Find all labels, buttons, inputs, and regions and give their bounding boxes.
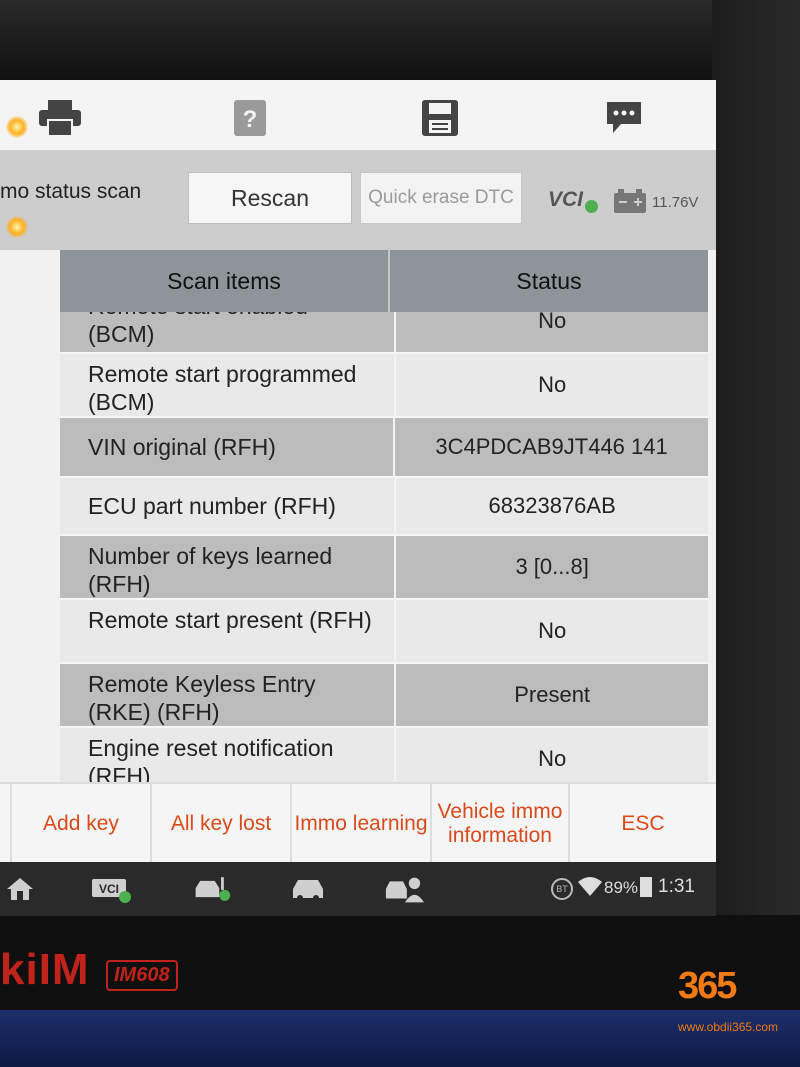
esc-button[interactable]: ESC <box>570 784 716 864</box>
scan-item-cell: Remote Keyless Entry (RKE) (RFH) <box>60 664 397 726</box>
table-row: VIN original (RFH) 3C4PDCAB9JT446 141 <box>60 418 708 478</box>
light-glare <box>6 216 28 238</box>
header-bar: mo status scan Rescan Quick erase DTC VC… <box>0 150 716 250</box>
device-model-badge: IM608 <box>106 960 178 991</box>
function-bar-edge <box>0 784 12 864</box>
scan-item-cell: ECU part number (RFH) <box>60 478 397 534</box>
wifi-icon <box>578 877 602 896</box>
svg-text:?: ? <box>243 106 258 133</box>
scan-item-cell: Remote start programmed (BCM) <box>60 354 397 416</box>
device-bezel-right <box>712 0 800 1067</box>
table-row: Remote start programmed (BCM) No <box>60 354 708 418</box>
battery-voltage: 11.76V <box>652 194 699 211</box>
quick-erase-dtc-button[interactable]: Quick erase DTC <box>360 172 522 224</box>
page-title: mo status scan <box>0 180 142 203</box>
table-row: Remote start present (RFH) No <box>60 600 708 664</box>
all-key-lost-button[interactable]: All key lost <box>152 784 292 864</box>
table-row: Number of keys learned (RFH) 3 [0...8] <box>60 536 708 600</box>
battery-percentage: 89% <box>604 878 639 897</box>
table-header: Scan items Status <box>60 250 708 312</box>
table-row: ECU part number (RFH) 68323876AB <box>60 478 708 536</box>
status-cell: Present <box>514 682 591 707</box>
device-bezel-top <box>0 0 800 80</box>
column-header-status: Status <box>516 267 582 294</box>
help-icon[interactable]: ? <box>228 98 272 138</box>
immo-learning-button[interactable]: Immo learning <box>292 784 432 864</box>
device-rim <box>0 1010 800 1067</box>
print-icon[interactable] <box>38 98 82 138</box>
add-key-button[interactable]: Add key <box>12 784 152 864</box>
scan-item-cell: Engine reset notification (RFH) <box>60 728 397 790</box>
vci-manager-icon[interactable]: VCI <box>92 872 132 906</box>
bluetooth-icon: BT <box>551 878 573 900</box>
scan-results-table: Scan items Status Remote start enabled (… <box>60 250 708 850</box>
rescan-button[interactable]: Rescan <box>188 172 352 224</box>
status-cell: No <box>538 746 567 771</box>
scan-item-cell: Remote start present (RFH) <box>60 600 397 662</box>
device-brand: kiIM <box>0 945 90 994</box>
scan-item-cell: Number of keys learned (RFH) <box>60 536 397 598</box>
save-icon[interactable] <box>418 98 462 138</box>
column-header-scan-items: Scan items <box>60 250 390 312</box>
home-icon[interactable] <box>0 872 40 906</box>
car-battery-icon <box>614 189 646 213</box>
message-icon[interactable] <box>602 98 646 138</box>
watermark-url: www.obdii365.com <box>678 1020 779 1034</box>
immo-key-icon[interactable] <box>192 872 232 906</box>
vci-status: VCI <box>548 188 584 211</box>
scan-item-cell: VIN original (RFH) <box>60 418 396 476</box>
vehicle-immo-information-button[interactable]: Vehicle immo information <box>432 784 570 864</box>
watermark-logo: 365 <box>678 965 737 1007</box>
table-rows[interactable]: Remote start enabled (BCM) No Remote sta… <box>60 290 708 792</box>
remote-support-icon[interactable] <box>384 872 424 906</box>
vci-connected-icon <box>585 200 598 213</box>
battery-icon <box>640 877 652 897</box>
light-glare <box>6 116 28 138</box>
table-row: Remote Keyless Entry (RKE) (RFH) Present <box>60 664 708 728</box>
svg-text:VCI: VCI <box>99 882 119 896</box>
function-bar: Add key All key lost Immo learning Vehic… <box>0 782 716 864</box>
status-cell: No <box>538 618 567 643</box>
status-cell: No <box>538 372 567 397</box>
tablet-screen: ? mo status scan Rescan Quick erase DTC … <box>0 80 716 916</box>
status-cell: 3C4PDCAB9JT446 141 <box>435 434 668 459</box>
clock: 1:31 <box>658 876 695 897</box>
top-toolbar: ? <box>0 80 716 150</box>
system-navigation-bar: VCI BT 89% 1:31 <box>0 862 716 916</box>
status-cell: 3 [0...8] <box>515 554 589 579</box>
status-cell: 68323876AB <box>488 493 616 518</box>
car-icon[interactable] <box>288 872 328 906</box>
